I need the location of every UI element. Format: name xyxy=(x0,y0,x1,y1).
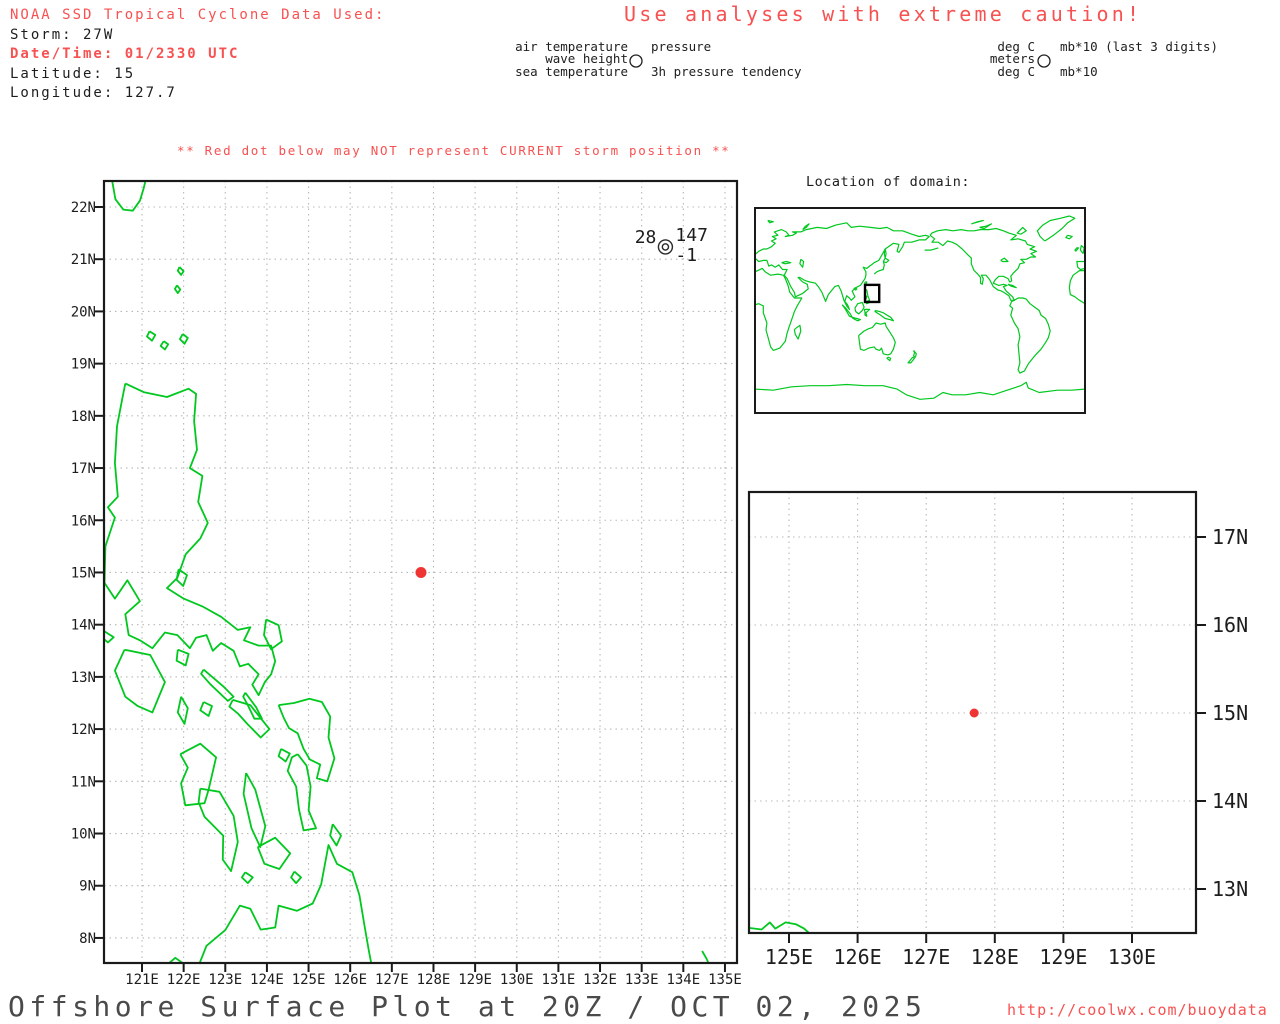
x-tick-label: 135E xyxy=(708,972,742,988)
x-tick-label: 121E xyxy=(125,972,159,988)
station-pressure: 147 xyxy=(675,225,708,246)
source-url: http://coolwx.com/buoydata xyxy=(1007,1001,1268,1019)
x-tick-label: 129E xyxy=(458,972,492,988)
x-tick-label: 126E xyxy=(333,972,367,988)
y-tick-label: 17N xyxy=(71,461,96,477)
plot-title: Offshore Surface Plot at 20Z / OCT 02, 2… xyxy=(8,990,927,1023)
y-tick-label: 8N xyxy=(79,931,96,947)
world-map-frame xyxy=(754,207,1086,414)
station-circle-icon xyxy=(1037,54,1051,68)
x-tick-label: 130E xyxy=(500,972,534,988)
x-tick-label: 123E xyxy=(208,972,242,988)
y-tick-label: 18N xyxy=(71,409,96,425)
plot-canvas: 121E 122E 123E 124E 125E 126E 127E 128E 129E 130E… xyxy=(71,54,1248,988)
y-tick-label: 15N xyxy=(71,565,96,581)
x-tick-label: 124E xyxy=(250,972,284,988)
x-tick-label: 129E xyxy=(1039,945,1087,969)
y-tick-label: 12N xyxy=(71,722,96,738)
station-circle-icon xyxy=(629,54,643,68)
station-air-temperature: 28 xyxy=(635,227,657,248)
main-map: 121E 122E 123E 124E 125E 126E 127E 128E 129E 130E… xyxy=(71,179,742,988)
x-tick-label: 125E xyxy=(292,972,326,988)
station-inner-circle-icon xyxy=(661,243,670,251)
y-tick-label: 10N xyxy=(71,827,96,843)
x-tick-label: 133E xyxy=(625,972,659,988)
y-tick-label: 16N xyxy=(71,513,96,529)
y-tick-label: 15N xyxy=(1212,701,1248,725)
station-pressure-tendency: -1 xyxy=(675,245,697,266)
world-coastlines xyxy=(755,215,1085,400)
y-tick-label: 22N xyxy=(71,200,96,216)
y-tick-label: 9N xyxy=(79,879,96,895)
y-tick-label: 11N xyxy=(71,774,96,790)
x-tick-label: 126E xyxy=(834,945,882,969)
station-plot: 28 147-1 xyxy=(635,225,708,266)
x-tick-label: 132E xyxy=(583,972,617,988)
x-tick-label: 130E xyxy=(1108,945,1156,969)
x-tick-label: 127E xyxy=(375,972,409,988)
y-tick-label: 19N xyxy=(71,357,96,373)
y-tick-label: 13N xyxy=(1212,877,1248,901)
zoom-map: 125E 126E 127E 128E 129E 130E 17N 16N 15N 14N 13N xyxy=(747,490,1248,969)
x-tick-label: 127E xyxy=(902,945,950,969)
y-tick-label: 20N xyxy=(71,304,96,320)
x-tick-label: 134E xyxy=(666,972,700,988)
station-model-icon xyxy=(629,54,1051,68)
y-tick-label: 14N xyxy=(1212,789,1248,813)
offshore-surface-plot-page: NOAA SSD Tropical Cyclone Data Used: Stor… xyxy=(0,0,1280,1024)
main-map-coastlines xyxy=(104,181,710,963)
station-outer-circle-icon xyxy=(657,239,674,255)
storm-dot-main xyxy=(415,566,427,578)
world-inset-map xyxy=(754,207,1086,414)
y-tick-label: 14N xyxy=(71,618,96,634)
storm-dot-zoom xyxy=(969,708,979,718)
y-tick-label: 21N xyxy=(71,252,96,268)
x-tick-label: 125E xyxy=(765,945,813,969)
x-tick-label: 122E xyxy=(167,972,201,988)
x-tick-label: 131E xyxy=(542,972,576,988)
y-tick-label: 17N xyxy=(1212,525,1248,549)
y-tick-label: 13N xyxy=(71,670,96,686)
y-tick-label: 16N xyxy=(1212,613,1248,637)
x-tick-label: 128E xyxy=(417,972,451,988)
x-tick-label: 128E xyxy=(971,945,1019,969)
